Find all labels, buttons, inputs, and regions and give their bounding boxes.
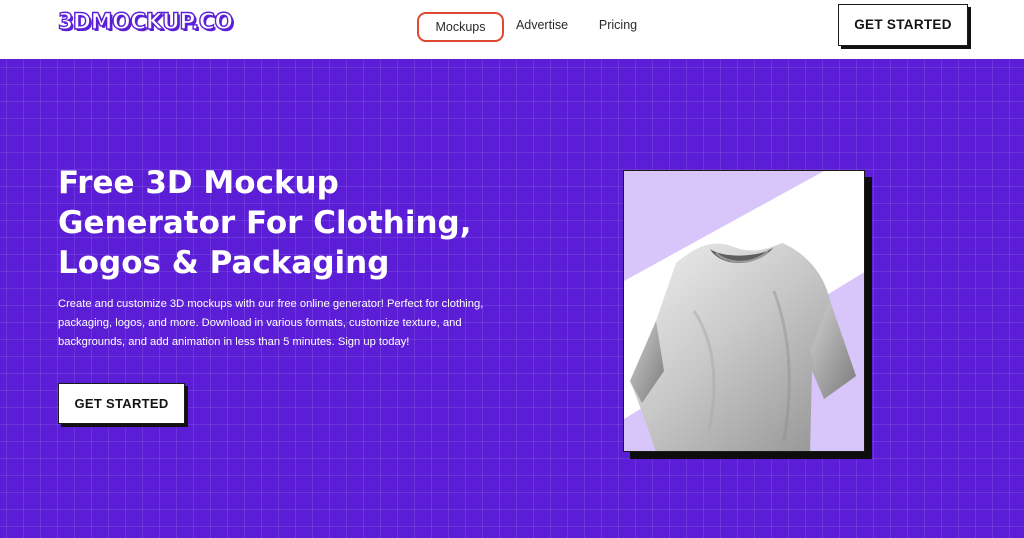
hero-description-line-1: Create and customize 3D mockups with our… (58, 298, 484, 310)
hero-title-line-1: Free 3D Mockup (58, 165, 339, 201)
hero-description-line-2: packaging, logos, and more. Download in … (58, 317, 462, 329)
nav-link-pricing[interactable]: Pricing (590, 12, 646, 42)
site-logo[interactable]: 3DMOCKUP.CO (57, 9, 234, 35)
header-get-started-button[interactable]: GET STARTED (838, 4, 968, 46)
hero-title: Free 3D Mockup Generator For Clothing, L… (58, 163, 538, 283)
tshirt-mockup-image (623, 170, 865, 452)
tshirt-illustration (624, 171, 864, 451)
hero-description-line-3: backgrounds, and add animation in less t… (58, 336, 410, 348)
hero-description: Create and customize 3D mockups with our… (58, 295, 518, 352)
hero-title-line-3: Logos & Packaging (58, 245, 390, 281)
hero-title-line-2: Generator For Clothing, (58, 205, 472, 241)
top-navbar: 3DMOCKUP.CO Mockups Advertise Pricing GE… (0, 0, 1024, 59)
hero-section: Free 3D Mockup Generator For Clothing, L… (0, 59, 1024, 538)
hero-get-started-button[interactable]: GET STARTED (58, 383, 185, 424)
nav-link-mockups[interactable]: Mockups (417, 12, 504, 42)
nav-link-advertise[interactable]: Advertise (507, 12, 577, 42)
